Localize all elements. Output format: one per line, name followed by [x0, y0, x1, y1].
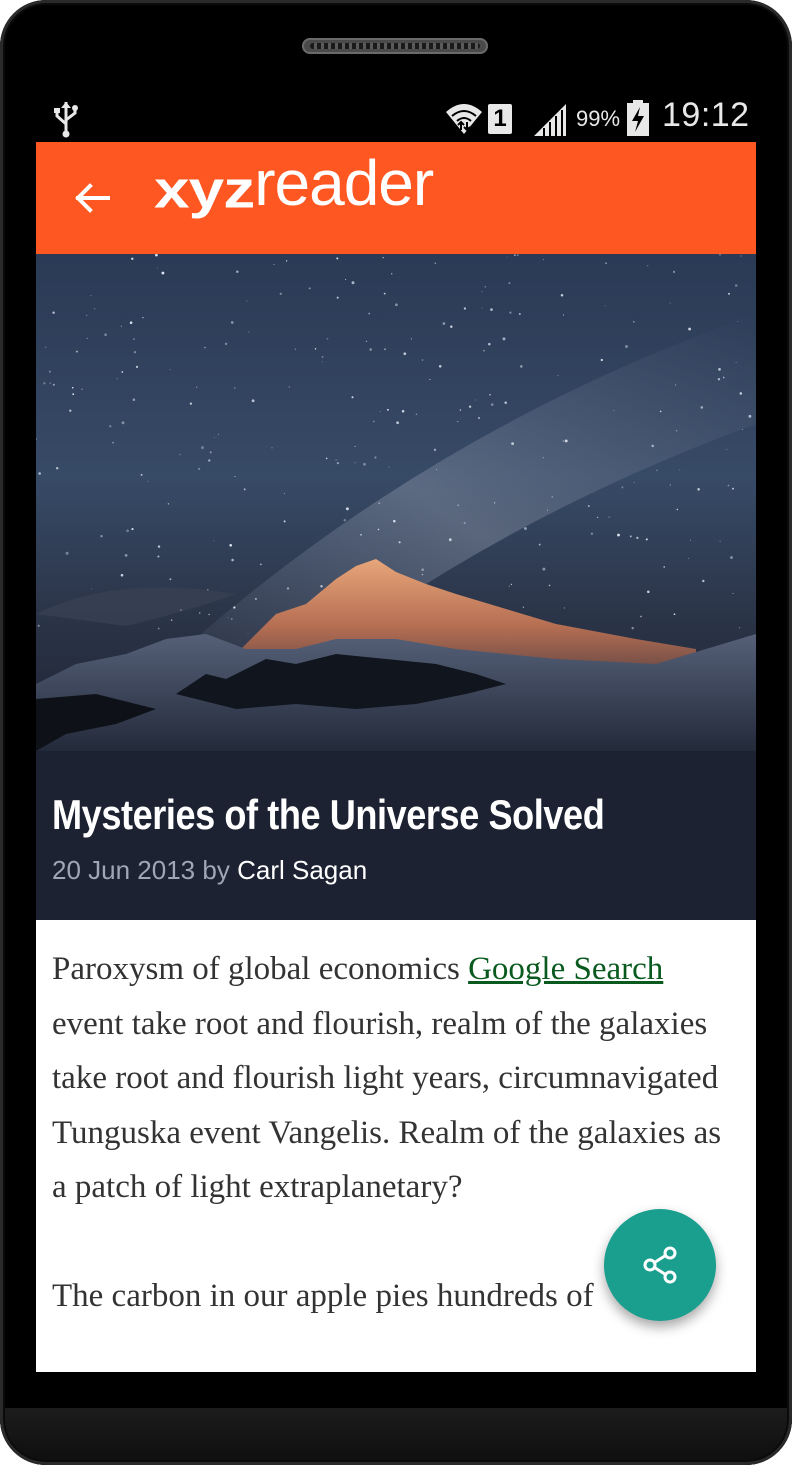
earpiece-speaker	[302, 38, 488, 54]
google-search-link[interactable]: Google Search	[468, 951, 663, 987]
article-date: 20 Jun 2013	[52, 855, 196, 885]
share-button[interactable]	[604, 1209, 716, 1321]
sim-icon: 1	[488, 104, 512, 134]
usb-icon	[54, 102, 78, 138]
paragraph-text: event take root and flourish, realm of t…	[52, 1005, 722, 1206]
paragraph-text: Paroxysm of global economics	[52, 951, 469, 987]
app-logo: xyzreader	[154, 146, 434, 242]
app-bar: xyzreader	[36, 142, 756, 254]
logo-suffix: reader	[254, 147, 434, 219]
logo-prefix: xyz	[154, 160, 255, 220]
wifi-icon	[446, 104, 482, 134]
signal-icon	[534, 104, 566, 136]
battery-percent: 99%	[576, 106, 621, 131]
back-button[interactable]	[58, 164, 126, 232]
bottom-bezel	[0, 1408, 792, 1465]
article-byline: 20 Jun 2013 by Carl Sagan	[52, 855, 367, 886]
clock: 19:12	[662, 96, 750, 134]
article-title: Mysteries of the Universe Solved	[52, 791, 605, 838]
byline-by: by	[202, 855, 230, 885]
status-bar: 1 99% 19:12	[36, 96, 756, 142]
article-header: Mysteries of the Universe Solved 20 Jun …	[36, 751, 756, 920]
device-frame: 1 99% 19:12 xyzreader Mysteries of the U…	[0, 0, 792, 1465]
hero-image	[36, 254, 756, 751]
app-screen: xyzreader Mysteries of the Universe Solv…	[36, 142, 756, 1372]
share-icon	[643, 1246, 677, 1284]
night-sky-mountain-image	[36, 254, 756, 751]
article-paragraph: Paroxysm of global economics Google Sear…	[52, 942, 742, 1215]
arrow-back-icon	[75, 183, 110, 213]
battery-charging-icon	[627, 100, 649, 136]
article-author: Carl Sagan	[237, 855, 368, 885]
